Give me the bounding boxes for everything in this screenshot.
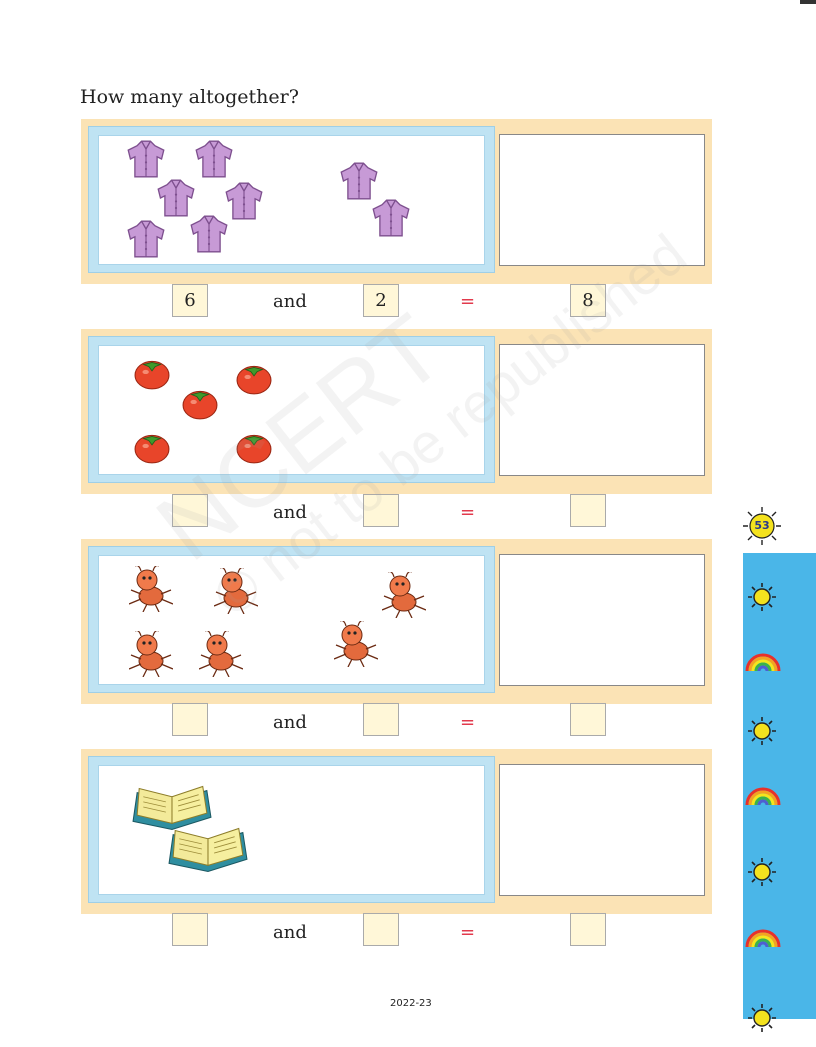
tomato-icon: [182, 390, 218, 420]
total-count-box[interactable]: [570, 494, 606, 527]
shirt-icon: [127, 140, 165, 178]
first-count-box[interactable]: [172, 703, 208, 736]
shirt-icon: [157, 179, 195, 217]
exercise-panel-ants: [81, 539, 712, 704]
ant-icon: [199, 631, 243, 677]
picture-frame: [88, 126, 495, 273]
sun-icon: [747, 857, 777, 887]
tomato-icon: [236, 365, 272, 395]
and-label: and: [273, 291, 307, 312]
rainbow-icon: [745, 653, 781, 673]
second-count-box[interactable]: [363, 703, 399, 736]
ant-icon: [129, 631, 173, 677]
total-count-box[interactable]: [570, 913, 606, 946]
top-edge-line: [800, 0, 816, 4]
first-count-box[interactable]: [172, 913, 208, 946]
shirt-icon: [225, 182, 263, 220]
first-count-box[interactable]: 6: [172, 284, 208, 317]
book-icon: [132, 785, 212, 831]
rainbow-icon: [745, 929, 781, 949]
total-count-box[interactable]: [570, 703, 606, 736]
answer-picture-box[interactable]: [499, 554, 705, 686]
side-decoration-strip: [743, 553, 816, 1033]
sun-icon: [747, 582, 777, 612]
picture-frame: [88, 756, 495, 903]
shirt-icon: [372, 199, 410, 237]
rainbow-icon: [745, 787, 781, 807]
shirt-icon: [195, 140, 233, 178]
shirt-icon: [127, 220, 165, 258]
page-heading: How many altogether?: [80, 86, 299, 108]
ant-icon: [334, 621, 378, 667]
shirt-icon: [190, 215, 228, 253]
footer-year: 2022-23: [390, 998, 432, 1009]
page-number-badge: 53: [742, 506, 782, 546]
ant-icon: [382, 572, 426, 618]
equals-sign: =: [460, 502, 476, 523]
picture-area: [98, 135, 485, 265]
equals-sign: =: [460, 922, 476, 943]
equals-sign: =: [460, 712, 476, 733]
sun-icon: [747, 716, 777, 746]
book-icon: [168, 827, 248, 873]
and-label: and: [273, 712, 307, 733]
and-label: and: [273, 922, 307, 943]
page-number: 53: [754, 519, 770, 532]
second-count-box[interactable]: [363, 913, 399, 946]
ant-icon: [129, 566, 173, 612]
exercise-panel-books: [81, 749, 712, 914]
answer-picture-box[interactable]: [499, 764, 705, 896]
sun-icon: [747, 1003, 777, 1033]
shirt-icon: [340, 162, 378, 200]
tomato-icon: [134, 360, 170, 390]
picture-area: [98, 765, 485, 895]
tomato-icon: [134, 434, 170, 464]
